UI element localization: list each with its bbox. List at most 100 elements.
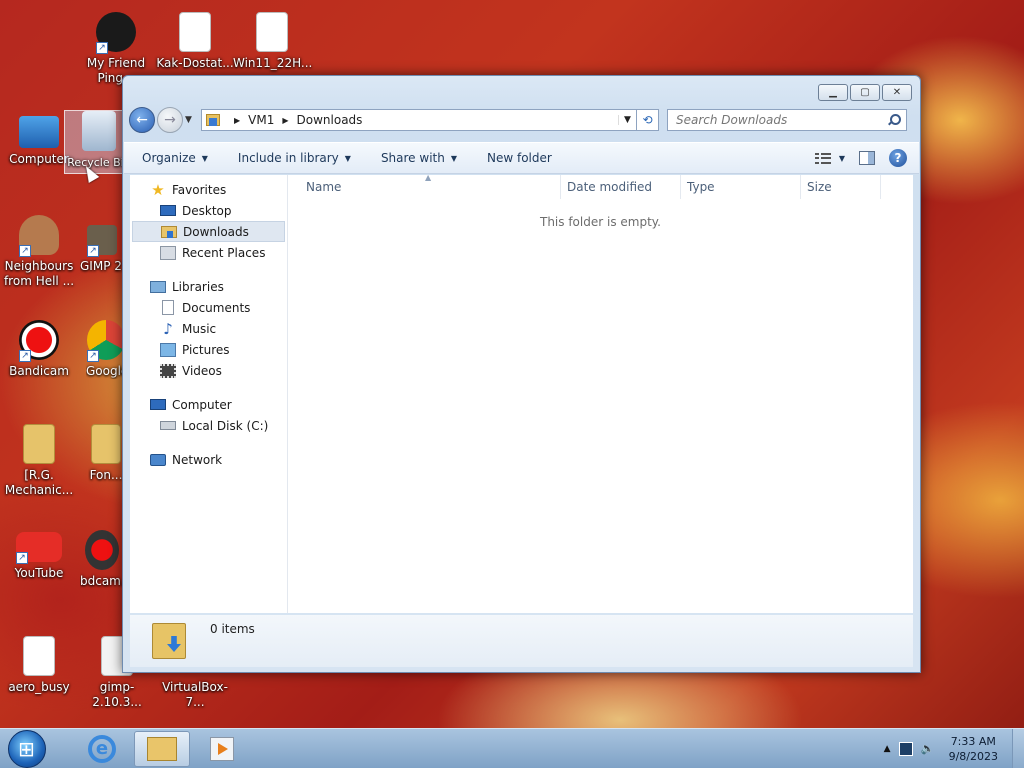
include-in-library-button[interactable]: Include in library ▼ <box>238 151 351 165</box>
empty-folder-message: This folder is empty. <box>540 215 661 229</box>
desktop-icon-label: aero_busy <box>8 680 70 694</box>
navigation-pane[interactable]: ★ Favorites Desktop Downloads Recent Plac… <box>130 175 288 613</box>
desktop-icon-rg-mechanic[interactable]: [R.G. Mechanic... <box>0 424 78 498</box>
network-tray-icon[interactable] <box>898 741 913 756</box>
shortcut-arrow-icon: ↗ <box>87 245 99 257</box>
explorer-window[interactable]: ▁ ▢ ✕ ← → ▼ ▶ VM1 ▶ Downloads ▼ ⟲ Organi… <box>122 75 921 673</box>
desktop-icon-win11[interactable]: Win11_22H... <box>233 12 312 71</box>
desktop-icon-bdcam[interactable]: bdcam... <box>80 530 124 589</box>
desktop-icon-neighbours[interactable]: ↗ Neighbours from Hell ... <box>0 215 78 289</box>
network-icon <box>150 453 166 466</box>
system-tray: ▲ 🔈 7:33 AM 9/8/2023 <box>884 734 1004 764</box>
details-pane: 0 items <box>130 615 913 667</box>
organize-label: Organize <box>142 151 196 165</box>
chevron-down-icon: ▼ <box>344 153 351 163</box>
desktop-icon-chrome[interactable]: ↗ Google Chrome <box>86 320 126 379</box>
share-with-button[interactable]: Share with ▼ <box>381 151 457 165</box>
media-player-icon <box>210 736 234 761</box>
computer-icon <box>150 399 166 410</box>
nav-network[interactable]: Network <box>130 449 287 470</box>
desktop-icon-kak-dostat[interactable]: Kak-Dostat... <box>156 12 234 71</box>
folder-icon <box>147 736 177 761</box>
breadcrumb-vm1[interactable]: VM1 <box>248 113 274 127</box>
maximize-button[interactable]: ▢ <box>850 84 880 101</box>
nav-videos[interactable]: Videos <box>130 360 287 381</box>
column-type[interactable]: Type <box>681 174 801 199</box>
desktop-icon-fonts[interactable]: Fon... <box>88 424 124 483</box>
nav-pictures[interactable]: Pictures <box>130 339 287 360</box>
change-view-button[interactable]: ▼ <box>814 152 845 164</box>
preview-pane-button[interactable] <box>859 151 875 165</box>
refresh-button[interactable]: ⟲ <box>637 109 659 131</box>
nav-downloads[interactable]: Downloads <box>132 221 285 242</box>
view-controls: ▼ ? <box>814 149 907 167</box>
clock[interactable]: 7:33 AM 9/8/2023 <box>949 734 998 764</box>
nav-favorites[interactable]: ★ Favorites <box>130 179 287 200</box>
new-folder-label: New folder <box>487 151 552 165</box>
nav-local-disk[interactable]: Local Disk (C:) <box>130 415 287 436</box>
chevron-down-icon: ▼ <box>450 153 457 163</box>
nav-libraries[interactable]: Libraries <box>130 276 287 297</box>
desktop-icon-label: bdcam... <box>80 574 124 588</box>
youtube-icon: ↗ <box>16 532 62 564</box>
desktop-icon-label: YouTube <box>14 566 64 580</box>
column-headers: ▲ Name Date modified Type Size <box>288 173 913 199</box>
desktop-icon-label: GIMP 2... <box>80 259 124 273</box>
nav-computer[interactable]: Computer <box>130 394 287 415</box>
help-button[interactable]: ? <box>889 149 907 167</box>
volume-muted-icon[interactable]: 🔈 <box>921 742 935 756</box>
desktop-icon-youtube[interactable]: ↗ YouTube <box>0 532 78 581</box>
file-list[interactable]: ▲ Name Date modified Type Size This fold… <box>288 173 913 613</box>
search-input[interactable] <box>674 112 888 128</box>
address-history-dropdown[interactable]: ▼ <box>618 115 636 125</box>
nav-label: Recent Places <box>182 245 266 260</box>
column-date-modified[interactable]: Date modified <box>561 174 681 199</box>
disc-image-icon <box>256 12 288 52</box>
nav-desktop[interactable]: Desktop <box>130 200 287 221</box>
column-size[interactable]: Size <box>801 174 881 199</box>
organize-button[interactable]: Organize ▼ <box>142 151 208 165</box>
documents-icon <box>162 300 174 315</box>
desktop-icon-bandicam[interactable]: ↗ Bandicam <box>0 320 78 379</box>
arrow-left-icon: ← <box>136 112 148 128</box>
desktop-icon-label: gimp-2.10.3... <box>92 680 142 709</box>
forward-button[interactable]: → <box>157 107 183 133</box>
bdcam-icon <box>85 530 119 570</box>
nav-label: Downloads <box>183 224 249 239</box>
nav-label: Libraries <box>172 279 224 294</box>
taskbar-media-player[interactable] <box>194 731 250 767</box>
shortcut-arrow-icon: ↗ <box>96 42 108 54</box>
close-button[interactable]: ✕ <box>882 84 912 101</box>
minimize-button[interactable]: ▁ <box>818 84 848 101</box>
address-bar[interactable]: ▶ VM1 ▶ Downloads ▼ <box>201 109 637 131</box>
shortcut-arrow-icon: ↗ <box>19 245 31 257</box>
explorer-body: ★ Favorites Desktop Downloads Recent Plac… <box>130 173 913 613</box>
chevron-right-icon[interactable]: ▶ <box>234 116 240 125</box>
recent-pages-dropdown[interactable]: ▼ <box>185 115 197 125</box>
nav-label: Computer <box>172 397 232 412</box>
chevron-right-icon[interactable]: ▶ <box>282 116 288 125</box>
nav-music[interactable]: ♪ Music <box>130 318 287 339</box>
search-icon[interactable] <box>888 114 901 126</box>
nav-label: Pictures <box>182 342 230 357</box>
recycle-bin-icon <box>82 111 116 151</box>
address-row: ← → ▼ ▶ VM1 ▶ Downloads ▼ ⟲ <box>129 106 914 134</box>
back-button[interactable]: ← <box>129 107 155 133</box>
new-folder-button[interactable]: New folder <box>487 151 552 165</box>
show-desktop-button[interactable] <box>1012 728 1024 768</box>
desktop-icon-gimp[interactable]: ↗ GIMP 2... <box>80 225 124 274</box>
folder-icon <box>23 424 55 464</box>
show-hidden-icons-button[interactable]: ▲ <box>884 744 891 754</box>
start-button[interactable] <box>8 729 46 768</box>
shortcut-arrow-icon: ↗ <box>16 552 28 564</box>
taskbar-internet-explorer[interactable]: e <box>74 731 130 767</box>
nav-recent-places[interactable]: Recent Places <box>130 242 287 263</box>
item-count: 0 items <box>210 622 255 636</box>
taskbar-windows-explorer[interactable] <box>134 730 190 767</box>
nav-label: Local Disk (C:) <box>182 418 269 433</box>
breadcrumb-downloads[interactable]: Downloads <box>297 113 363 127</box>
music-icon: ♪ <box>163 319 173 338</box>
desktop-icon-aero-busy[interactable]: aero_busy <box>0 636 78 695</box>
search-box[interactable] <box>667 109 907 131</box>
nav-documents[interactable]: Documents <box>130 297 287 318</box>
